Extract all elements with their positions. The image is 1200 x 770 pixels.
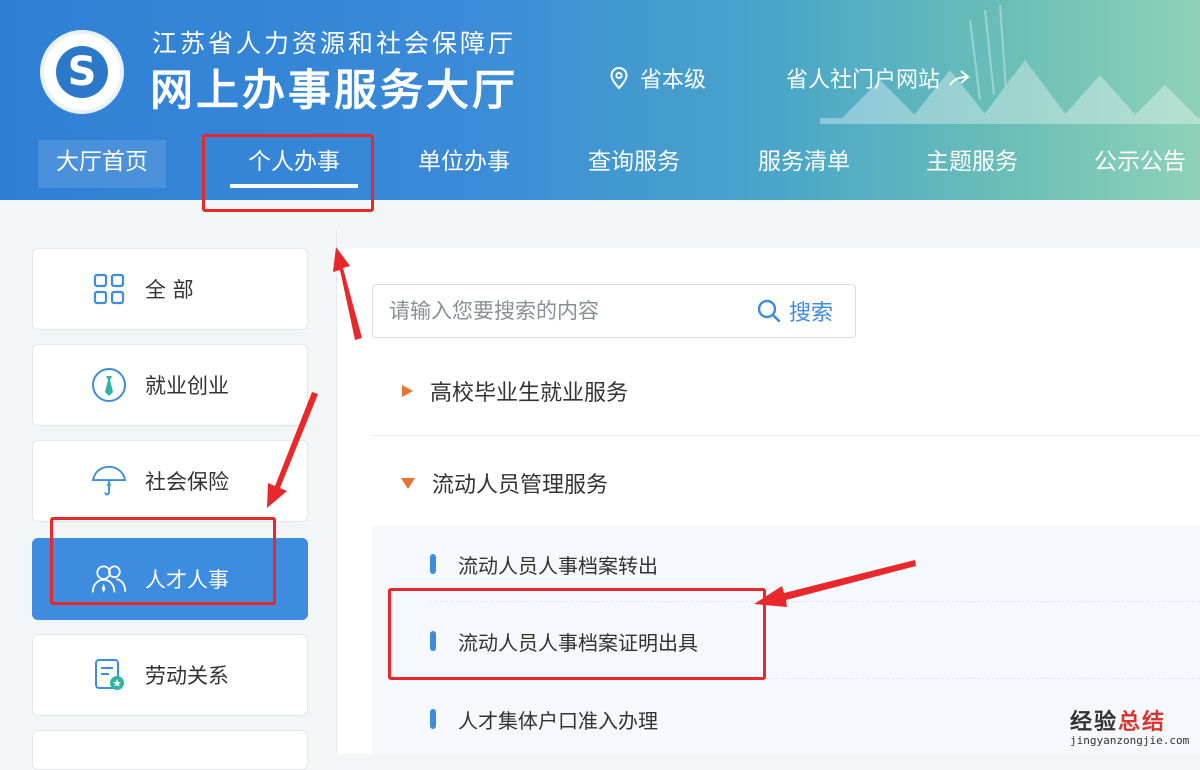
annotation-box-sidebar: [50, 517, 276, 605]
watermark-part: 总结: [1118, 710, 1167, 735]
portal-link[interactable]: 省人社门户网站: [786, 62, 970, 94]
header-banner: S 江苏省人力资源和社会保障厅 网上办事服务大厅 省本级 省人社门户网站 大厅首…: [0, 0, 1200, 200]
tie-icon: [91, 367, 127, 403]
nav-notice[interactable]: 公示公告: [1080, 140, 1200, 188]
location-pin-icon: [610, 67, 628, 89]
nav-theme[interactable]: 主题服务: [908, 140, 1036, 188]
search-input[interactable]: [387, 285, 747, 337]
logo[interactable]: S: [40, 30, 124, 114]
category-label: 高校毕业生就业服务: [430, 381, 629, 406]
sidebar-item-label: 劳动关系: [145, 664, 229, 688]
sidebar-item-employment[interactable]: 就业创业: [32, 344, 308, 426]
search-icon: [757, 299, 781, 323]
service-item-label: 流动人员人事档案转出: [458, 553, 658, 578]
watermark-title: 经验总结: [1070, 704, 1189, 736]
sidebar-item-label: 就业创业: [145, 374, 229, 398]
watermark: 经验总结 jingyanzongjie.com: [1070, 704, 1189, 747]
portal-link-label: 省人社门户网站: [786, 68, 941, 93]
annotation-box-nav: [202, 134, 374, 212]
search-button[interactable]: 搜索: [757, 285, 833, 337]
caret-down-icon: [401, 478, 415, 489]
bullet-bar: [430, 709, 436, 729]
category-divider: [372, 435, 1200, 436]
org-name: 江苏省人力资源和社会保障厅: [152, 29, 517, 58]
watermark-url: jingyanzongjie.com: [1070, 734, 1190, 747]
caret-right-icon: [402, 385, 413, 397]
watermark-part: 经验: [1070, 710, 1119, 735]
sidebar-item-all[interactable]: 全 部: [32, 248, 308, 330]
location-selector[interactable]: 省本级: [610, 62, 706, 94]
bullet-bar: [430, 554, 436, 574]
share-arrow-icon: [949, 70, 970, 86]
umbrella-icon: [91, 463, 127, 499]
nav-home[interactable]: 大厅首页: [38, 140, 166, 188]
category-graduate[interactable]: 高校毕业生就业服务: [372, 346, 1200, 436]
main-nav: 大厅首页 个人办事 单位办事 查询服务 服务清单 主题服务 公示公告: [0, 140, 1200, 190]
category-mobile-personnel[interactable]: 流动人员管理服务: [372, 438, 1200, 528]
nav-query[interactable]: 查询服务: [570, 140, 698, 188]
sidebar-item-labor[interactable]: 劳动关系: [32, 634, 308, 716]
annotation-box-service: [388, 588, 766, 680]
hall-title: 网上办事服务大厅: [150, 66, 518, 116]
category-label: 流动人员管理服务: [432, 473, 609, 498]
sidebar-item-label: 全 部: [145, 278, 194, 302]
logo-mark: S: [56, 46, 108, 98]
nav-service-list[interactable]: 服务清单: [740, 140, 868, 188]
nav-unit[interactable]: 单位办事: [400, 140, 528, 188]
service-item-label: 人才集体户口准入办理: [458, 708, 658, 733]
document-star-icon: [91, 657, 127, 693]
sidebar-item-label: 社会保险: [145, 470, 229, 494]
grid-icon: [91, 271, 127, 307]
search-button-label: 搜索: [789, 301, 834, 326]
location-label: 省本级: [640, 68, 707, 93]
sidebar-item-social-insurance[interactable]: 社会保险: [32, 440, 308, 522]
search-box: 搜索: [372, 284, 856, 338]
sidebar-item-more[interactable]: [32, 730, 308, 770]
